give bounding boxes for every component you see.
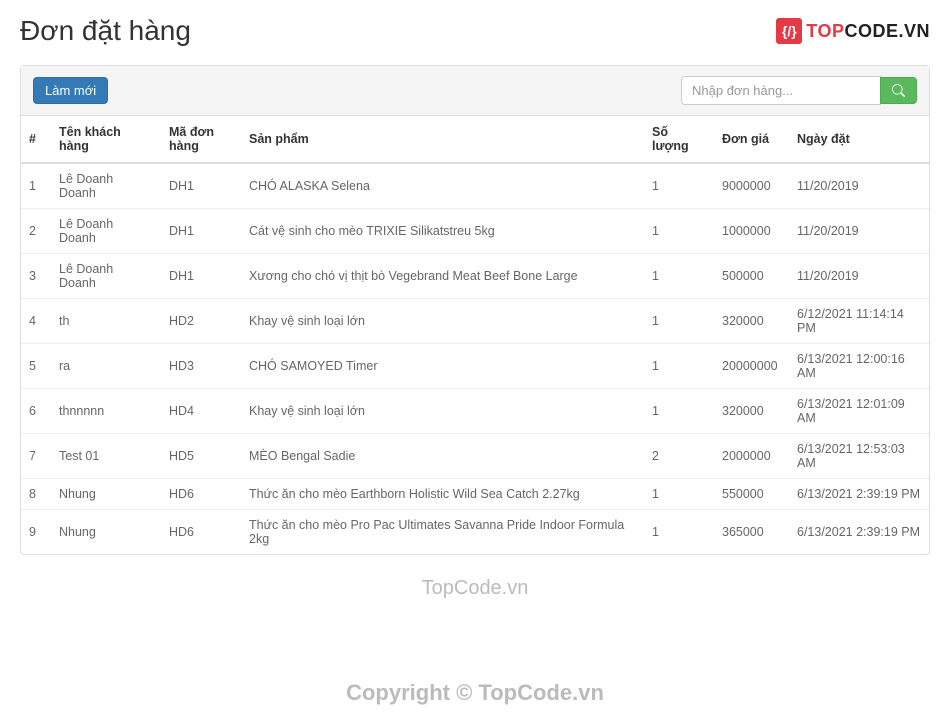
cell-code: HD5	[161, 434, 241, 479]
orders-table: # Tên khách hàng Mã đơn hàng Sản phẩm Số…	[21, 116, 929, 554]
cell-customer: Lê Doanh Doanh	[51, 254, 161, 299]
table-row: 7Test 01HD5MÈO Bengal Sadie220000006/13/…	[21, 434, 929, 479]
cell-product: Khay vệ sinh loại lớn	[241, 389, 644, 434]
cell-idx: 2	[21, 209, 51, 254]
cell-qty: 1	[644, 163, 714, 209]
cell-customer: Test 01	[51, 434, 161, 479]
search-input[interactable]	[681, 76, 881, 105]
cell-code: DH1	[161, 163, 241, 209]
header-product: Sản phẩm	[241, 116, 644, 163]
cell-customer: thnnnnn	[51, 389, 161, 434]
cell-code: DH1	[161, 209, 241, 254]
cell-date: 6/13/2021 12:01:09 AM	[789, 389, 929, 434]
cell-idx: 3	[21, 254, 51, 299]
table-row: 4thHD2Khay vệ sinh loại lớn13200006/12/2…	[21, 299, 929, 344]
cell-price: 320000	[714, 299, 789, 344]
cell-product: MÈO Bengal Sadie	[241, 434, 644, 479]
cell-product: Khay vệ sinh loại lớn	[241, 299, 644, 344]
page-title: Đơn đặt hàng	[20, 15, 191, 47]
logo-text: TOPCODE.VN	[806, 21, 930, 42]
logo-icon: {/}	[776, 18, 802, 44]
cell-price: 550000	[714, 479, 789, 510]
header-index: #	[21, 116, 51, 163]
cell-idx: 6	[21, 389, 51, 434]
cell-price: 500000	[714, 254, 789, 299]
cell-idx: 9	[21, 510, 51, 555]
cell-code: DH1	[161, 254, 241, 299]
site-logo: {/} TOPCODE.VN	[776, 18, 930, 44]
cell-date: 6/12/2021 11:14:14 PM	[789, 299, 929, 344]
cell-price: 365000	[714, 510, 789, 555]
header-price: Đơn giá	[714, 116, 789, 163]
cell-date: 6/13/2021 12:53:03 AM	[789, 434, 929, 479]
cell-customer: Lê Doanh Doanh	[51, 163, 161, 209]
cell-qty: 1	[644, 254, 714, 299]
cell-qty: 1	[644, 479, 714, 510]
cell-customer: Nhung	[51, 510, 161, 555]
page-header: Đơn đặt hàng {/} TOPCODE.VN	[20, 15, 930, 47]
table-row: 6thnnnnnHD4Khay vệ sinh loại lớn13200006…	[21, 389, 929, 434]
header-order-code: Mã đơn hàng	[161, 116, 241, 163]
cell-date: 11/20/2019	[789, 209, 929, 254]
cell-product: Xương cho chó vị thịt bò Vegebrand Meat …	[241, 254, 644, 299]
cell-date: 6/13/2021 2:39:19 PM	[789, 479, 929, 510]
cell-qty: 1	[644, 344, 714, 389]
cell-idx: 4	[21, 299, 51, 344]
cell-qty: 1	[644, 389, 714, 434]
cell-idx: 1	[21, 163, 51, 209]
cell-idx: 5	[21, 344, 51, 389]
cell-price: 2000000	[714, 434, 789, 479]
header-customer: Tên khách hàng	[51, 116, 161, 163]
cell-price: 20000000	[714, 344, 789, 389]
search-icon	[892, 84, 905, 97]
cell-qty: 1	[644, 209, 714, 254]
table-row: 1Lê Doanh DoanhDH1CHÓ ALASKA Selena19000…	[21, 163, 929, 209]
watermark-text-1: TopCode.vn	[20, 577, 930, 600]
logo-text-top: TOP	[806, 21, 844, 41]
table-row: 8NhungHD6Thức ăn cho mèo Earthborn Holis…	[21, 479, 929, 510]
watermark-text-2: Copyright © TopCode.vn	[20, 680, 930, 706]
cell-code: HD2	[161, 299, 241, 344]
search-group	[681, 76, 917, 105]
cell-code: HD4	[161, 389, 241, 434]
cell-qty: 1	[644, 510, 714, 555]
cell-date: 11/20/2019	[789, 254, 929, 299]
cell-date: 11/20/2019	[789, 163, 929, 209]
cell-date: 6/13/2021 2:39:19 PM	[789, 510, 929, 555]
header-date: Ngày đặt	[789, 116, 929, 163]
cell-customer: ra	[51, 344, 161, 389]
cell-product: Cát vệ sinh cho mèo TRIXIE Silikatstreu …	[241, 209, 644, 254]
cell-idx: 7	[21, 434, 51, 479]
cell-code: HD6	[161, 479, 241, 510]
table-row: 3Lê Doanh DoanhDH1Xương cho chó vị thịt …	[21, 254, 929, 299]
cell-qty: 2	[644, 434, 714, 479]
table-row: 5raHD3CHÓ SAMOYED Timer1200000006/13/202…	[21, 344, 929, 389]
cell-price: 1000000	[714, 209, 789, 254]
panel-toolbar: Làm mới	[21, 66, 929, 116]
cell-product: CHÓ ALASKA Selena	[241, 163, 644, 209]
cell-code: HD6	[161, 510, 241, 555]
cell-customer: th	[51, 299, 161, 344]
cell-product: Thức ăn cho mèo Pro Pac Ultimates Savann…	[241, 510, 644, 555]
cell-product: Thức ăn cho mèo Earthborn Holistic Wild …	[241, 479, 644, 510]
table-header-row: # Tên khách hàng Mã đơn hàng Sản phẩm Số…	[21, 116, 929, 163]
cell-customer: Nhung	[51, 479, 161, 510]
cell-product: CHÓ SAMOYED Timer	[241, 344, 644, 389]
cell-date: 6/13/2021 12:00:16 AM	[789, 344, 929, 389]
search-button[interactable]	[880, 77, 917, 104]
header-qty: Số lượng	[644, 116, 714, 163]
cell-qty: 1	[644, 299, 714, 344]
cell-price: 9000000	[714, 163, 789, 209]
refresh-button[interactable]: Làm mới	[33, 77, 108, 104]
logo-text-code: CODE.VN	[844, 21, 930, 41]
cell-price: 320000	[714, 389, 789, 434]
orders-panel: Làm mới # Tên khách hàng Mã đơn hàng Sản…	[20, 65, 930, 555]
cell-code: HD3	[161, 344, 241, 389]
table-row: 2Lê Doanh DoanhDH1Cát vệ sinh cho mèo TR…	[21, 209, 929, 254]
table-row: 9NhungHD6Thức ăn cho mèo Pro Pac Ultimat…	[21, 510, 929, 555]
cell-idx: 8	[21, 479, 51, 510]
cell-customer: Lê Doanh Doanh	[51, 209, 161, 254]
